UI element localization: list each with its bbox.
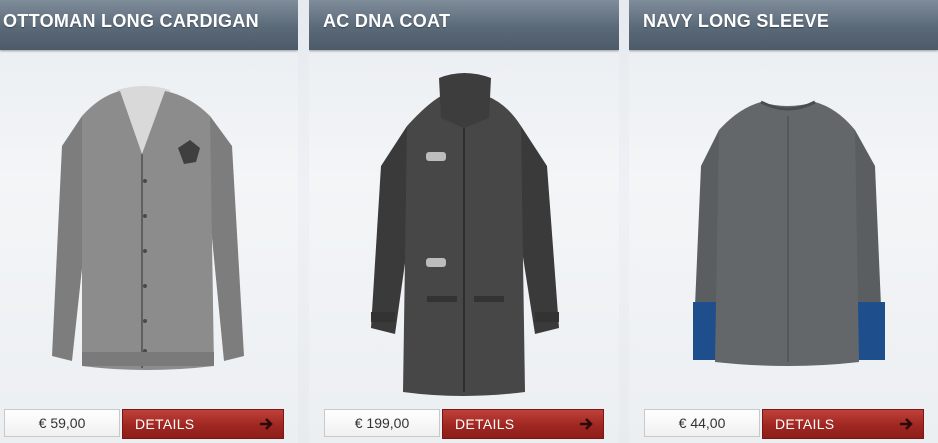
coat-image[interactable] <box>309 56 619 401</box>
details-label: DETAILS <box>135 416 195 432</box>
longsleeve-image[interactable] <box>629 56 938 401</box>
cardigan-image[interactable] <box>0 56 298 401</box>
price: € 59,00 <box>38 415 86 431</box>
product-title-bar: OTTOMAN LONG CARDIGAN <box>0 0 298 50</box>
details-button[interactable]: DETAILS <box>762 409 924 439</box>
price-box: € 59,00 <box>4 409 120 437</box>
product-title: AC DNA COAT <box>323 11 451 31</box>
product-card-longsleeve: NAVY LONG SLEEVE € 44,00 DETAILS <box>629 0 938 443</box>
product-card-coat: AC DNA COAT € 199,00 DETAILS <box>309 0 619 443</box>
arrow-right-icon <box>580 418 593 430</box>
product-title: OTTOMAN LONG CARDIGAN <box>3 11 259 31</box>
product-title-bar: AC DNA COAT <box>309 0 619 50</box>
price: € 44,00 <box>678 415 726 431</box>
details-label: DETAILS <box>775 416 835 432</box>
price-box: € 199,00 <box>324 409 440 437</box>
price-box: € 44,00 <box>644 409 760 437</box>
product-card-cardigan: OTTOMAN LONG CARDIGAN € 59,00 DETAILS <box>0 0 298 443</box>
details-label: DETAILS <box>455 416 515 432</box>
details-button[interactable]: DETAILS <box>122 409 284 439</box>
price: € 199,00 <box>354 415 410 431</box>
product-title-bar: NAVY LONG SLEEVE <box>629 0 938 50</box>
arrow-right-icon <box>260 418 273 430</box>
details-button[interactable]: DETAILS <box>442 409 604 439</box>
product-title: NAVY LONG SLEEVE <box>643 11 830 31</box>
arrow-right-icon <box>900 418 913 430</box>
